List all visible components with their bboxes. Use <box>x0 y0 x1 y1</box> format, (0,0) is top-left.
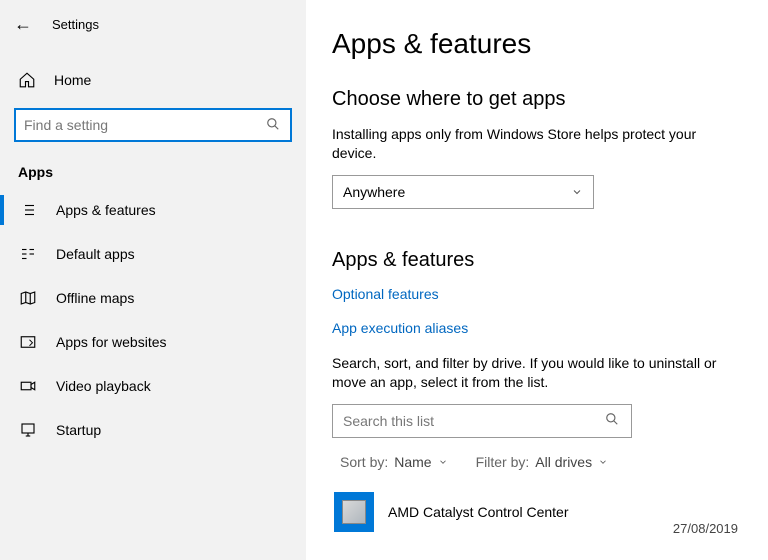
sidebar-item-video-playback[interactable]: Video playback <box>0 364 306 408</box>
sidebar-section-label: Apps <box>0 152 306 188</box>
nav-label: Apps for websites <box>56 334 167 350</box>
nav-label: Apps & features <box>56 202 156 218</box>
section-apps-features-heading: Apps & features <box>332 249 744 272</box>
home-label: Home <box>54 72 91 88</box>
search-list-box[interactable] <box>332 404 632 438</box>
map-icon <box>18 289 38 307</box>
back-arrow-icon[interactable]: ← <box>14 14 32 35</box>
sidebar-item-apps-for-websites[interactable]: Apps for websites <box>0 320 306 364</box>
sidebar-nav: Apps & features Default apps Offline map… <box>0 188 306 452</box>
sidebar-home[interactable]: Home <box>0 60 306 100</box>
nav-label: Default apps <box>56 246 135 262</box>
link-app-execution-aliases[interactable]: App execution aliases <box>332 320 468 336</box>
sort-label: Sort by: <box>340 454 388 470</box>
startup-icon <box>18 421 38 439</box>
filter-value: All drives <box>535 454 592 470</box>
nav-label: Startup <box>56 422 101 438</box>
window-title: Settings <box>52 17 99 32</box>
app-source-dropdown[interactable]: Anywhere <box>332 175 594 209</box>
sort-value: Name <box>394 454 431 470</box>
app-name: AMD Catalyst Control Center <box>388 504 569 520</box>
filter-by-control[interactable]: Filter by: All drives <box>476 454 608 470</box>
sort-by-control[interactable]: Sort by: Name <box>340 454 448 470</box>
filter-description: Search, sort, and filter by drive. If yo… <box>332 354 744 392</box>
sidebar-item-apps-features[interactable]: Apps & features <box>0 188 306 232</box>
section-choose-apps-text: Installing apps only from Windows Store … <box>332 125 744 163</box>
video-icon <box>18 377 38 395</box>
sidebar-item-default-apps[interactable]: Default apps <box>0 232 306 276</box>
sidebar-item-startup[interactable]: Startup <box>0 408 306 452</box>
sidebar-item-offline-maps[interactable]: Offline maps <box>0 276 306 320</box>
dropdown-value: Anywhere <box>343 184 405 200</box>
search-wrap <box>0 100 306 152</box>
app-icon <box>334 492 374 532</box>
find-setting-input[interactable] <box>16 110 290 140</box>
link-optional-features[interactable]: Optional features <box>332 286 439 302</box>
main-content: Apps & features Choose where to get apps… <box>306 0 768 560</box>
chevron-down-icon <box>438 457 448 467</box>
websites-icon <box>18 333 38 351</box>
chevron-down-icon <box>571 186 583 198</box>
chevron-down-icon <box>598 457 608 467</box>
settings-sidebar: ← Settings Home Apps Apps & fea <box>0 0 306 560</box>
find-setting-box[interactable] <box>14 108 292 142</box>
search-list-input[interactable] <box>333 405 631 437</box>
filter-label: Filter by: <box>476 454 530 470</box>
nav-label: Video playback <box>56 378 151 394</box>
list-icon <box>18 201 38 219</box>
nav-label: Offline maps <box>56 290 134 306</box>
section-choose-apps-heading: Choose where to get apps <box>332 88 744 111</box>
home-icon <box>18 71 36 89</box>
page-title: Apps & features <box>332 28 744 60</box>
app-install-date: 27/08/2019 <box>673 521 738 536</box>
defaults-icon <box>18 245 38 263</box>
sort-filter-row: Sort by: Name Filter by: All drives <box>332 454 744 470</box>
titlebar: ← Settings <box>0 0 306 48</box>
